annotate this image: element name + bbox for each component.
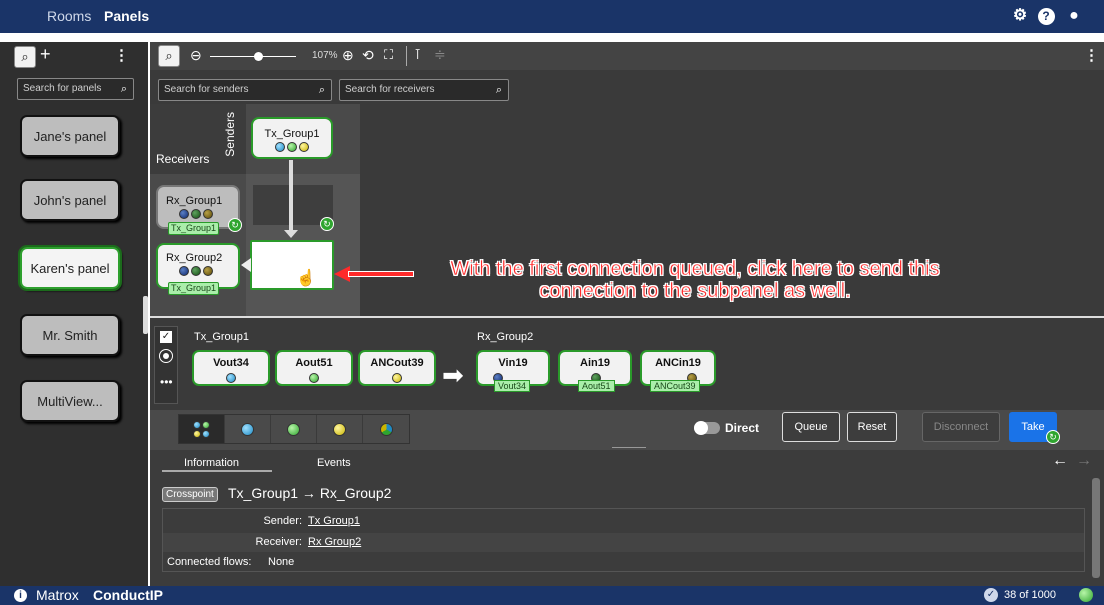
reset-button[interactable]: Reset — [847, 412, 897, 442]
crosspoint-cell-rx2-queued[interactable] — [250, 240, 334, 290]
connection-arrow — [289, 160, 293, 235]
flow-type-filter — [178, 414, 410, 444]
tab-panels[interactable]: Panels — [104, 8, 149, 24]
pointer-arrow-icon — [241, 258, 251, 272]
search-toggle-button[interactable]: ⌕ — [158, 45, 180, 67]
anc-flow-icon — [299, 142, 309, 152]
top-navigation-bar: Rooms Panels ⚙ ? ● — [0, 0, 1104, 33]
active-tab-indicator — [162, 470, 272, 472]
tab-rooms[interactable]: Rooms — [47, 8, 91, 24]
zoom-level: 107% — [312, 50, 338, 61]
flow-view-controls: ✓ ••• — [154, 326, 178, 404]
receivers-label: Receivers — [156, 152, 210, 166]
hand-cursor-icon: ☝ — [296, 270, 316, 287]
license-check-icon: ✓ — [984, 588, 998, 602]
audio-flow-icon — [287, 142, 297, 152]
queue-button[interactable]: Queue — [782, 412, 840, 442]
video-flow-icon — [275, 142, 285, 152]
sender-group-tx1[interactable]: Tx_Group1 — [251, 117, 333, 159]
more-icon[interactable]: ••• — [160, 375, 173, 389]
panel-item-mr-smith[interactable]: Mr. Smith — [20, 314, 120, 356]
crosspoint-details: Sender: Tx Group1 Receiver: Rx Group2 Conn… — [162, 508, 1085, 572]
sender-link[interactable]: Tx Group1 — [308, 512, 360, 531]
license-count: 38 of 1000 — [1004, 589, 1056, 601]
panel-search-input[interactable]: Search for panels ⌕ — [17, 78, 134, 100]
zoom-slider[interactable] — [210, 56, 296, 57]
panel-item-johns[interactable]: John's panel — [20, 179, 120, 221]
annotation-arrow — [348, 271, 414, 277]
tab-information[interactable]: Information — [184, 457, 239, 469]
back-arrow-icon[interactable]: ← — [1052, 452, 1068, 470]
info-scrollbar[interactable] — [1092, 478, 1100, 578]
sender-flow-aout51[interactable]: Aout51 — [275, 350, 353, 386]
flows-receiver-group: Rx_Group2 — [477, 331, 534, 343]
info-icon[interactable]: i — [14, 589, 27, 602]
panel-item-karens[interactable]: Karen's panel — [18, 245, 122, 291]
flow-direction-arrow: ➡ — [442, 360, 464, 390]
filter-mixed-tab[interactable] — [363, 415, 409, 443]
collapse-rows-icon: ≑ — [434, 46, 446, 62]
status-bar: i Matrox ConductIP ✓ 38 of 1000 — [0, 586, 1104, 605]
matrix-toolbar: ⌕ ⊖ 107% ⊕ ⟲ ⛶ ⊺ ≑ ⋮ — [150, 42, 1104, 70]
matrix-menu-icon[interactable]: ⋮ — [1084, 46, 1099, 64]
receiver-link[interactable]: Rx Group2 — [308, 533, 361, 552]
filter-anc-tab[interactable] — [317, 415, 363, 443]
search-icon: ⌕ — [120, 83, 127, 95]
add-panel-icon[interactable]: + — [40, 44, 51, 65]
status-indicator-icon — [1079, 588, 1093, 602]
brand-matrox: Matrox — [36, 587, 79, 603]
expand-rows-icon[interactable]: ⊺ — [414, 46, 421, 63]
sync-icon: ↻ — [1046, 430, 1060, 444]
sender-search-input[interactable]: Search for senders ⌕ — [158, 79, 332, 101]
sidebar-menu-icon[interactable]: ⋮ — [114, 46, 129, 64]
checkbox-icon[interactable]: ✓ — [160, 331, 172, 343]
search-toggle-button[interactable]: ⌕ — [14, 46, 36, 68]
sidebar-resize-handle[interactable] — [143, 296, 148, 334]
search-icon: ⌕ — [318, 84, 325, 96]
forward-arrow-icon: → — [1076, 452, 1092, 469]
radio-icon[interactable] — [159, 349, 173, 363]
receiver-flow-ain19[interactable]: Ain19 Aout51 — [558, 350, 632, 392]
direct-toggle[interactable] — [694, 421, 720, 435]
brand-conductip: ConductIP — [93, 587, 163, 603]
settings-gear-icon[interactable]: ⚙ — [1010, 6, 1030, 26]
sync-icon: ↻ — [320, 217, 334, 231]
flows-sender-group: Tx_Group1 — [194, 331, 250, 343]
receiver-flow-ancin19[interactable]: ANCin19 ANCout39 — [640, 350, 716, 392]
sync-icon: ↻ — [228, 218, 242, 232]
disconnect-button: Disconnect — [922, 412, 1000, 442]
crosspoint-title: Tx_Group1 → Rx_Group2 — [228, 485, 392, 501]
sender-flow-ancout39[interactable]: ANCout39 — [358, 350, 436, 386]
receiver-flow-vin19[interactable]: Vin19 Vout34 — [476, 350, 550, 392]
toolbar-divider — [406, 46, 407, 66]
detail-row-receiver: Receiver: Rx Group2 — [163, 533, 1084, 552]
rx2-source-tag: Tx_Group1 — [168, 282, 220, 295]
filter-all-tab[interactable] — [179, 415, 225, 443]
senders-label: Senders — [223, 112, 237, 157]
detail-row-sender: Sender: Tx Group1 — [163, 512, 1084, 531]
annotation-callout: With the first connection queued, click … — [450, 258, 940, 303]
tab-events[interactable]: Events — [317, 457, 351, 469]
zoom-slider-thumb[interactable] — [254, 52, 263, 61]
fit-screen-icon[interactable]: ⛶ — [384, 47, 393, 63]
help-icon[interactable]: ? — [1036, 6, 1056, 26]
receiver-search-input[interactable]: Search for receivers ⌕ — [339, 79, 509, 101]
user-icon[interactable]: ● — [1064, 6, 1084, 26]
detail-row-flows: Connected flows: None — [167, 556, 295, 568]
panel-item-multiview[interactable]: MultiView... — [20, 380, 120, 422]
search-icon: ⌕ — [495, 84, 502, 96]
filter-video-tab[interactable] — [225, 415, 271, 443]
direct-label: Direct — [725, 421, 760, 435]
filter-audio-tab[interactable] — [271, 415, 317, 443]
rx1-source-tag: Tx_Group1 — [168, 222, 220, 235]
sender-flow-vout34[interactable]: Vout34 — [192, 350, 270, 386]
zoom-out-icon[interactable]: ⊖ — [190, 47, 202, 64]
reset-zoom-icon[interactable]: ⟲ — [362, 47, 374, 64]
zoom-in-icon[interactable]: ⊕ — [342, 47, 354, 64]
crosspoint-badge: Crosspoint — [162, 487, 218, 502]
panel-item-janes[interactable]: Jane's panel — [20, 115, 120, 157]
